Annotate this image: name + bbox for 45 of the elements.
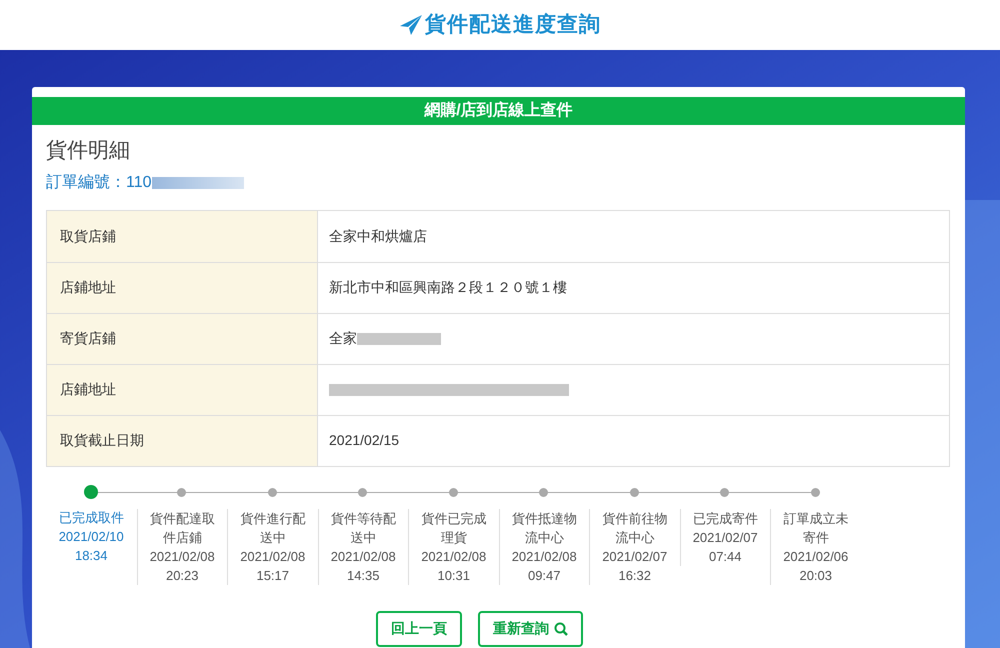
step-date: 2021/02/07 (692, 528, 758, 546)
row-label: 取貨截止日期 (60, 431, 144, 450)
step-time: 07:44 (708, 548, 742, 566)
step-date: 2021/02/08 (150, 548, 215, 566)
step-label: 貨件進行配送中 (239, 510, 306, 546)
step-date: 2021/02/08 (330, 548, 396, 566)
paper-plane-icon (398, 14, 423, 36)
order-number: 110 (126, 172, 152, 192)
search-icon (554, 622, 568, 636)
row-label: 店鋪地址 (60, 278, 116, 297)
back-button[interactable]: 回上一頁 (376, 610, 462, 646)
step-date: 2021/02/10 (58, 528, 124, 546)
step-date: 2021/02/08 (421, 548, 486, 566)
step-date: 2021/02/06 (783, 548, 848, 566)
step-label: 貨件等待配送中 (330, 510, 397, 546)
step-date: 2021/02/08 (512, 548, 577, 566)
step-date: 2021/02/08 (240, 548, 306, 566)
page-title: 貨件配送進度查詢 (424, 12, 602, 38)
step-time: 15:17 (256, 566, 290, 584)
card-header: 網購/店到店線上查件 (32, 97, 965, 125)
step-label: 已完成寄件 (692, 510, 759, 528)
row-value: 全家中和烘爐店 (329, 226, 427, 246)
step-label: 訂單成立未寄件 (782, 510, 850, 546)
step-time: 20:23 (166, 566, 199, 584)
row-label: 取貨店鋪 (60, 226, 116, 246)
step-time: 10:31 (437, 566, 470, 584)
step-time: 20:03 (799, 566, 832, 584)
section-heading: 貨件明細 (46, 138, 131, 164)
step-label: 貨件前往物流中心 (601, 510, 668, 546)
step-time: 14:35 (346, 566, 380, 584)
row-label: 店鋪地址 (60, 380, 116, 399)
step-time: 16:32 (618, 566, 652, 584)
step-time: 18:34 (74, 546, 108, 564)
order-label: 訂單編號： (46, 172, 126, 192)
step-label: 已完成取件 (58, 508, 125, 526)
step-label: 貨件配達取件店鋪 (148, 510, 216, 546)
step-date: 2021/02/07 (602, 548, 668, 566)
search-button[interactable]: 重新查詢 (478, 610, 583, 646)
row-label: 寄貨店鋪 (60, 329, 116, 348)
step-label: 貨件已完成理貨 (420, 510, 488, 546)
row-value: 全家 (329, 329, 357, 348)
step-label: 貨件抵達物流中心 (510, 510, 578, 546)
step-time: 09:47 (528, 566, 561, 584)
row-value: 2021/02/15 (329, 431, 400, 450)
row-value: 新北市中和區興南路２段１２０號１樓 (329, 278, 567, 297)
